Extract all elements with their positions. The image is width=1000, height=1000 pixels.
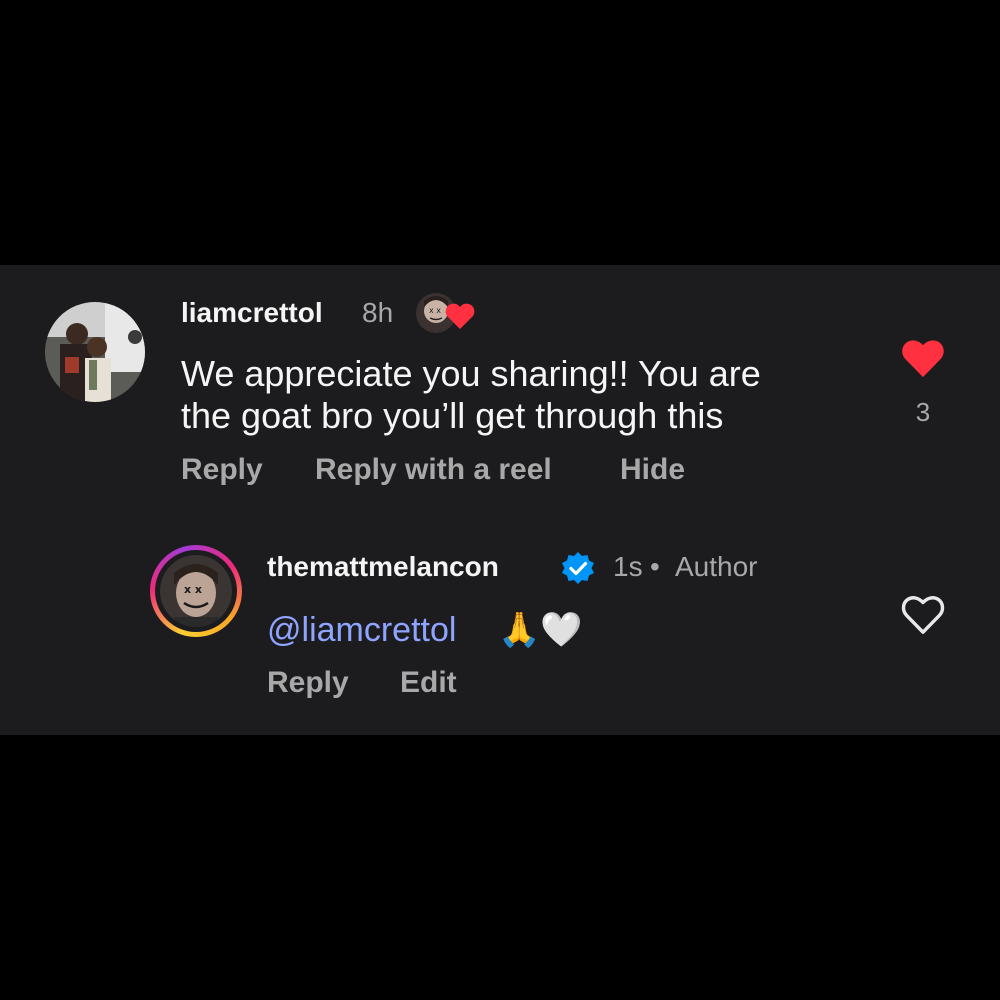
- author-label: Author: [675, 551, 758, 582]
- mention-link[interactable]: @liamcrettol: [267, 610, 456, 650]
- comment-text-line-2: the goat bro you’ll get through this: [181, 395, 724, 436]
- creator-liked-badge: x x: [414, 291, 480, 335]
- svg-text:x x: x x: [184, 583, 202, 596]
- comment-reply-button[interactable]: Reply: [181, 452, 263, 488]
- meta-separator: •: [650, 551, 660, 582]
- reply-with-reel-button[interactable]: Reply with a reel: [315, 452, 552, 488]
- heart-filled-icon: [902, 340, 944, 378]
- comment-like-count: 3: [915, 397, 931, 427]
- reply-username[interactable]: themattmelancon: [267, 550, 499, 584]
- svg-text:x x: x x: [429, 306, 441, 315]
- reply-emoji-text: 🙏🤍: [498, 610, 583, 650]
- heart-outline-icon: [901, 596, 945, 634]
- verified-badge-icon: [560, 550, 596, 586]
- comment-text-line-1: We appreciate you sharing!! You are: [181, 353, 761, 394]
- hide-comment-button[interactable]: Hide: [620, 452, 685, 488]
- comment-timestamp: 8h: [362, 297, 394, 328]
- commenter-avatar[interactable]: [45, 302, 145, 402]
- reply-timestamp: 1s: [613, 551, 643, 582]
- reply-reply-button[interactable]: Reply: [267, 665, 349, 701]
- edit-reply-button[interactable]: Edit: [400, 665, 457, 701]
- comment-thread-panel: [0, 265, 1000, 735]
- reply-like-button[interactable]: [900, 592, 946, 636]
- author-avatar[interactable]: x x: [160, 555, 232, 627]
- comment-username[interactable]: liamcrettol: [181, 296, 323, 330]
- comment-like-button[interactable]: [900, 336, 946, 380]
